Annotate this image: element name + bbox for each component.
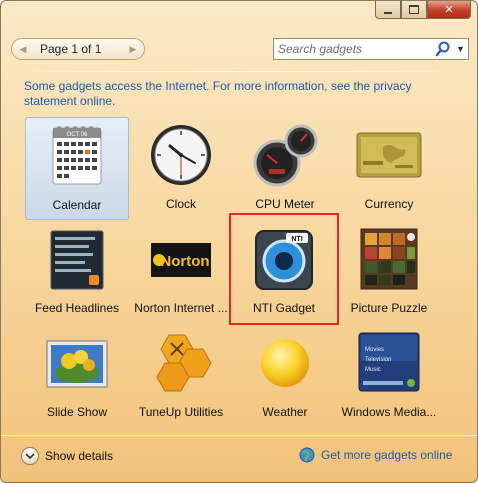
gadgets-window: ✕ ◀ Page 1 of 1 ▶ ▼ Some gadgets access …	[0, 0, 478, 483]
gadget-tuneup-utilities[interactable]: TuneUp Utilities	[129, 325, 233, 428]
media-line-television: Television	[365, 357, 391, 363]
search-options-dropdown-icon[interactable]: ▼	[456, 44, 465, 54]
gadget-label: CPU Meter	[255, 197, 315, 211]
slide-show-icon	[46, 340, 108, 388]
gadget-label: Picture Puzzle	[350, 301, 428, 315]
nti-logo-text: NTI	[291, 236, 302, 243]
gadget-cpu-meter[interactable]: CPU Meter	[233, 117, 337, 220]
minimize-icon	[384, 11, 392, 14]
show-details-toggle[interactable]: Show details	[21, 447, 113, 465]
caption-buttons: ✕	[375, 1, 471, 19]
weather-icon	[261, 339, 309, 387]
nti-gadget-icon: NTI	[255, 230, 313, 290]
page-indicator: Page 1 of 1	[40, 42, 102, 56]
gadget-weather[interactable]: Weather	[233, 325, 337, 428]
close-icon: ✕	[444, 4, 454, 16]
next-page-button[interactable]: ▶	[124, 40, 142, 58]
gadget-label: Clock	[165, 197, 196, 211]
gadget-feed-headlines[interactable]: Feed Headlines	[25, 221, 129, 324]
gadget-slide-show[interactable]: Slide Show	[25, 325, 129, 428]
globe-icon	[299, 447, 315, 463]
currency-icon	[356, 132, 422, 178]
search-icon[interactable]	[434, 40, 452, 58]
clock-icon	[151, 125, 211, 185]
privacy-info-link[interactable]: Some gadgets access the Internet. For mo…	[24, 79, 444, 109]
gadget-nti[interactable]: NTI NTI Gadget	[229, 213, 339, 325]
gadget-label: NTI Gadget	[252, 301, 316, 315]
gadget-calendar[interactable]: OCT 06 Calendar	[25, 117, 129, 220]
gadget-label: Feed Headlines	[34, 301, 120, 315]
maximize-button[interactable]	[401, 1, 427, 19]
chevron-left-icon: ◀	[19, 43, 27, 54]
search-box: ▼	[273, 38, 469, 60]
gadget-label: Currency	[364, 197, 414, 211]
tuneup-icon	[156, 334, 212, 392]
media-line-music: Music	[365, 367, 381, 373]
norton-icon: Norton	[151, 243, 211, 277]
prev-page-button[interactable]: ◀	[14, 40, 32, 58]
chevron-down-icon	[21, 447, 39, 465]
get-more-gadgets-label: Get more gadgets online	[321, 448, 453, 462]
norton-logo-text: Norton	[160, 253, 209, 270]
feed-headlines-icon	[50, 230, 104, 290]
gadget-windows-media[interactable]: Movies Television Music Windows Media...	[337, 325, 441, 428]
cpu-meter-icon	[253, 124, 318, 187]
minimize-button[interactable]	[375, 1, 401, 19]
show-details-label: Show details	[45, 449, 114, 463]
gadget-picture-puzzle[interactable]: Picture Puzzle	[337, 221, 441, 324]
gadget-label: Calendar	[52, 198, 102, 212]
close-button[interactable]: ✕	[427, 1, 471, 19]
windows-media-icon: Movies Television Music	[358, 332, 420, 392]
gadget-label: Norton Internet ...	[134, 301, 228, 315]
toolbar-divider	[1, 71, 477, 72]
media-line-movies: Movies	[365, 347, 384, 353]
gadget-grid: OCT 06 Calendar Clock CPU Meter Currency…	[23, 115, 451, 425]
maximize-icon	[409, 5, 419, 14]
gadget-clock[interactable]: Clock	[129, 117, 233, 220]
chevron-right-icon: ▶	[129, 43, 137, 54]
page-navigator: ◀ Page 1 of 1 ▶	[11, 38, 145, 60]
gadget-label: TuneUp Utilities	[138, 405, 224, 419]
gadget-norton-internet[interactable]: Norton Norton Internet ...	[129, 221, 233, 324]
get-more-gadgets-link[interactable]: Get more gadgets online	[299, 447, 452, 463]
footer-divider	[1, 435, 477, 436]
gadget-label: Weather	[262, 405, 308, 419]
picture-puzzle-icon	[360, 228, 418, 290]
calendar-icon: OCT 06	[52, 126, 102, 185]
search-input[interactable]	[274, 41, 430, 57]
gadget-label: Slide Show	[46, 405, 108, 419]
gadget-label: Windows Media...	[341, 405, 437, 419]
gadget-currency[interactable]: Currency	[337, 117, 441, 220]
calendar-month-text: OCT 06	[67, 132, 89, 138]
